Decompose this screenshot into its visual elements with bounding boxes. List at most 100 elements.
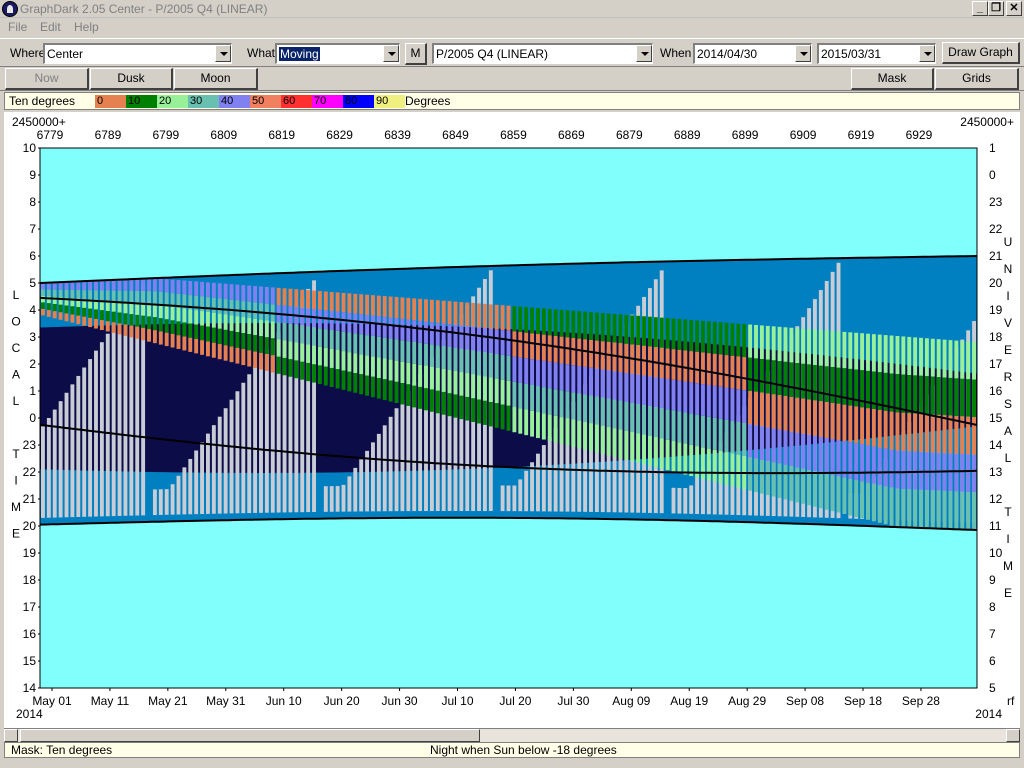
altitude-bar [718, 451, 723, 484]
restore-button[interactable]: ❐ [988, 1, 1004, 16]
scroll-thumb[interactable] [20, 729, 480, 742]
altitude-bar [854, 480, 859, 517]
moonlit-bar [82, 367, 87, 517]
altitude-bar [406, 341, 411, 363]
altitude-bar [647, 316, 652, 347]
altitude-bar [400, 361, 405, 384]
menu-file[interactable]: File [8, 20, 27, 34]
altitude-bar [229, 284, 234, 300]
now-button[interactable]: Now [5, 68, 89, 90]
altitude-bar [771, 462, 776, 497]
chevron-down-icon[interactable] [795, 45, 811, 62]
altitude-bar [500, 354, 505, 380]
title-bar: GraphDark 2.05 Center - P/2005 Q4 (LINEA… [0, 0, 1024, 18]
end-date-select[interactable]: 2015/03/31 [817, 43, 936, 64]
right-axis-title-char: A [1004, 424, 1012, 438]
chevron-down-icon[interactable] [215, 45, 231, 62]
altitude-bar [300, 289, 305, 308]
chevron-down-icon[interactable] [383, 45, 399, 62]
bottom-tick-label: Aug 09 [612, 694, 650, 708]
start-date-select[interactable]: 2014/04/30 [693, 43, 812, 64]
altitude-bar [376, 378, 381, 399]
moonlit-bar [111, 325, 116, 517]
what-select[interactable]: Moving [275, 43, 400, 64]
right-axis-title-char: N [1004, 262, 1013, 276]
altitude-bar [877, 485, 882, 523]
altitude-bar [754, 358, 758, 392]
altitude-bar [270, 355, 275, 373]
start-date-value: 2014/04/30 [697, 47, 758, 61]
altitude-bar [135, 290, 140, 303]
altitude-bar [530, 307, 535, 334]
altitude-bar [435, 345, 440, 369]
altitude-bar [482, 328, 487, 353]
right-tick-label: 8 [989, 600, 996, 614]
grids-button[interactable]: Grids [935, 68, 1019, 90]
altitude-bar [795, 432, 800, 468]
chevron-down-icon[interactable] [636, 45, 652, 62]
main-toolbar: Where Center What Moving M P/2005 Q4 (LI… [0, 38, 1024, 67]
altitude-bar [589, 339, 593, 368]
moonlit-bar [683, 488, 688, 514]
app-icon[interactable] [2, 1, 18, 17]
draw-graph-button[interactable]: Draw Graph [942, 42, 1020, 64]
altitude-bar [459, 325, 464, 349]
close-button[interactable]: ✕ [1006, 1, 1022, 16]
altitude-bar [960, 341, 965, 379]
altitude-bar [500, 404, 505, 430]
top-tick-label: 6889 [674, 128, 701, 142]
moon-button[interactable]: Moon [174, 68, 258, 90]
visibility-graph[interactable]: 10 9 8 7 6 5 4 3 2 1 0 23 22 21 20 19 18 17 16 15 14 1 0 23 22 21… [4, 112, 1020, 728]
altitude-bar [388, 317, 393, 339]
altitude-bar [930, 490, 935, 529]
altitude-bar [211, 297, 216, 313]
minimize-button[interactable]: _ [972, 1, 988, 16]
graph-svg[interactable]: 1098765432102322212019181716151410232221… [4, 112, 1020, 728]
altitude-bar [376, 316, 381, 337]
altitude-bar [323, 366, 328, 386]
altitude-bar [883, 448, 888, 487]
altitude-bar [724, 322, 729, 356]
chevron-down-icon[interactable] [919, 45, 935, 62]
altitude-bar [695, 351, 700, 384]
altitude-bar [706, 321, 711, 354]
menu-edit[interactable]: Edit [40, 20, 61, 34]
altitude-bar [406, 384, 411, 406]
altitude-bar [282, 323, 287, 341]
altitude-bar [701, 415, 705, 448]
altitude-bar [477, 399, 481, 424]
altitude-bar [960, 491, 965, 530]
scroll-left-icon[interactable] [4, 729, 18, 742]
altitude-bar [718, 418, 723, 452]
altitude-bar [818, 401, 823, 437]
where-select[interactable]: Center [43, 43, 232, 64]
altitude-bar [606, 398, 611, 428]
altitude-bar [583, 422, 588, 450]
altitude-bar [412, 320, 417, 342]
altitude-bar [223, 283, 228, 300]
right-tick-label: 11 [989, 519, 1002, 533]
altitude-bar [642, 375, 646, 406]
menu-help[interactable]: Help [74, 20, 99, 34]
mask-button[interactable]: Mask [851, 68, 934, 90]
altitude-bar [541, 413, 546, 440]
altitude-bar [842, 368, 847, 405]
horizontal-scrollbar[interactable] [4, 728, 1020, 742]
altitude-bar [176, 307, 181, 322]
object-select[interactable]: P/2005 Q4 (LINEAR) [432, 43, 653, 64]
altitude-bar [353, 313, 358, 334]
altitude-bar [624, 372, 629, 402]
altitude-bar [559, 390, 564, 418]
altitude-bar [801, 363, 806, 399]
altitude-bar [70, 289, 75, 299]
altitude-bar [247, 334, 252, 351]
altitude-bar [147, 278, 151, 292]
altitude-bar [453, 348, 458, 372]
altitude-bar [877, 334, 882, 373]
altitude-bar [247, 285, 252, 302]
altitude-bar [206, 282, 210, 298]
scroll-right-icon[interactable] [1006, 729, 1020, 742]
m-button[interactable]: M [405, 43, 427, 65]
altitude-bar [530, 333, 535, 360]
dusk-button[interactable]: Dusk [90, 68, 173, 90]
